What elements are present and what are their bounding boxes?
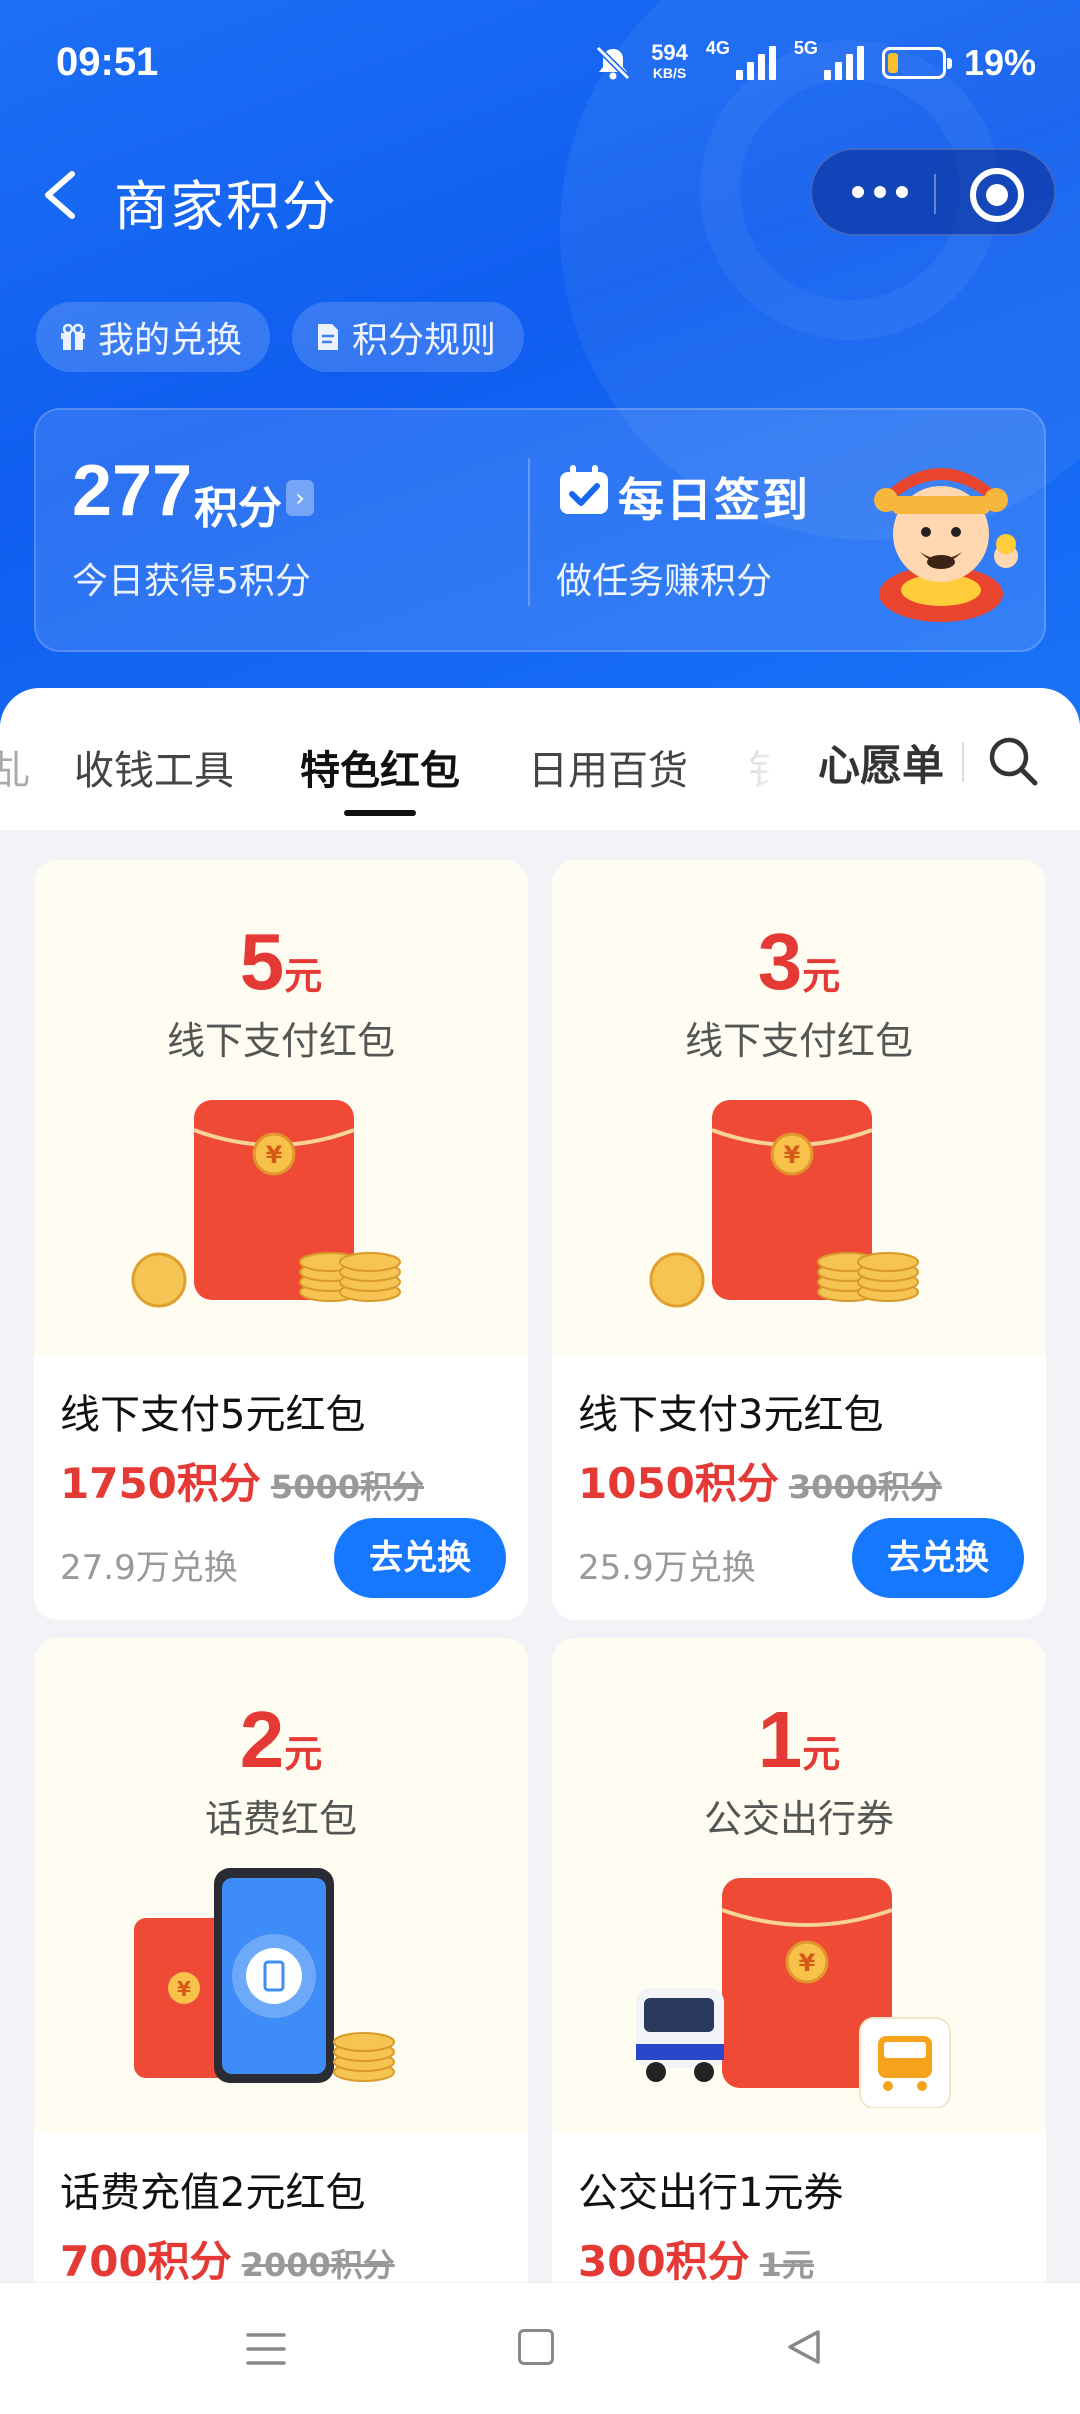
status-bar: 09:51 594 KB/S 4G 5G 19% bbox=[0, 0, 1080, 120]
close-target-icon[interactable] bbox=[970, 168, 1024, 222]
red-packet-coins-image: ¥ bbox=[649, 1100, 919, 1308]
status-time: 09:51 bbox=[56, 40, 159, 84]
product-card[interactable]: 5元 线下支付红包 ¥ 线下支付5元红包 1750积分 5000积分 27.9万… bbox=[34, 860, 528, 1620]
my-exchange-chip[interactable]: 我的兑换 bbox=[36, 302, 271, 372]
content-panel: 乩 收钱工具 特色红包 日用百货 钅 心愿单 5元 线下支付红包 ¥ bbox=[0, 688, 1080, 2398]
points-summary-card: 277 积分 › 今日获得5积分 每日签到 做任务赚积分 bbox=[34, 408, 1046, 652]
miniapp-capsule bbox=[810, 148, 1056, 236]
quick-links: 我的兑换 积分规则 bbox=[36, 302, 525, 372]
tab-special-redpacket[interactable]: 特色红包 bbox=[300, 738, 460, 796]
svg-text:¥: ¥ bbox=[177, 1977, 191, 2001]
product-price: 700积分 2000积分 bbox=[60, 2228, 395, 2289]
wishlist-tab[interactable]: 心愿单 bbox=[818, 732, 944, 793]
original-price: 1元 bbox=[759, 2246, 814, 2284]
points-unit[interactable]: 积分 bbox=[194, 472, 282, 536]
product-name: 线下支付3元红包 bbox=[578, 1392, 884, 1438]
daily-signin-title[interactable]: 每日签到 bbox=[618, 464, 810, 530]
exchange-button[interactable]: 去兑换 bbox=[852, 1518, 1024, 1598]
amount-value: 5 bbox=[239, 917, 285, 1006]
tabs-fade-overlay bbox=[730, 728, 790, 798]
calendar-check-icon[interactable] bbox=[556, 462, 612, 518]
chevron-right-icon[interactable]: › bbox=[286, 480, 314, 516]
points-balance[interactable]: 277 bbox=[72, 450, 192, 532]
product-subtitle: 线下支付红包 bbox=[166, 1019, 395, 1063]
price-points: 1750积分 bbox=[60, 1459, 261, 1508]
amount-value: 2 bbox=[239, 1695, 285, 1784]
product-amount: 1元 bbox=[552, 1694, 1046, 1786]
gift-icon bbox=[61, 323, 85, 350]
price-points: 300积分 bbox=[578, 2237, 750, 2286]
product-card[interactable]: 3元 线下支付红包 ¥ 线下支付3元红包 1050积分 3000积分 25.9万… bbox=[552, 860, 1046, 1620]
product-price: 300积分 1元 bbox=[578, 2228, 814, 2289]
product-amount: 2元 bbox=[34, 1694, 528, 1786]
bus-coupon-image: ¥ bbox=[636, 1878, 951, 2108]
signal-icon bbox=[823, 46, 864, 80]
points-rules-label: 积分规则 bbox=[352, 320, 497, 361]
product-name: 话费充值2元红包 bbox=[60, 2170, 366, 2216]
menu-icon[interactable] bbox=[246, 2331, 286, 2367]
exchange-count: 25.9万兑换 bbox=[578, 1548, 756, 1588]
network-speed: 594 KB/S bbox=[651, 40, 688, 83]
network-type-1: 4G bbox=[705, 38, 730, 58]
original-price: 2000积分 bbox=[241, 2246, 395, 2284]
network-speed-unit: KB/S bbox=[652, 65, 687, 81]
svg-text:¥: ¥ bbox=[799, 1949, 816, 1977]
daily-signin-subtitle: 做任务赚积分 bbox=[556, 561, 773, 602]
product-price: 1050积分 3000积分 bbox=[578, 1450, 942, 1511]
amount-value: 3 bbox=[757, 917, 803, 1006]
product-name: 线下支付5元红包 bbox=[60, 1392, 366, 1438]
document-icon bbox=[318, 324, 339, 350]
my-exchange-label: 我的兑换 bbox=[98, 320, 243, 361]
category-tabs: 乩 收钱工具 特色红包 日用百货 钅 心愿单 bbox=[0, 688, 1080, 830]
product-subtitle: 线下支付红包 bbox=[684, 1019, 913, 1063]
product-amount: 3元 bbox=[552, 916, 1046, 1008]
battery-percent: 19% bbox=[963, 42, 1036, 83]
back-arrow-icon[interactable] bbox=[32, 162, 92, 228]
product-name: 公交出行1元券 bbox=[578, 2170, 844, 2216]
tab-cashier-tools[interactable]: 收钱工具 bbox=[74, 738, 234, 796]
tab-daily-goods[interactable]: 日用百货 bbox=[528, 738, 688, 796]
header-banner: 09:51 594 KB/S 4G 5G 19% 商家积分 我的兑换 积分规则 … bbox=[0, 0, 1080, 740]
original-price: 3000积分 bbox=[788, 1468, 942, 1506]
more-dots-icon[interactable] bbox=[852, 186, 908, 198]
product-subtitle: 话费红包 bbox=[204, 1797, 357, 1841]
network-speed-value: 594 bbox=[651, 40, 688, 65]
product-amount: 5元 bbox=[34, 916, 528, 1008]
amount-unit: 元 bbox=[284, 954, 323, 998]
svg-text:¥: ¥ bbox=[784, 1141, 801, 1169]
back-triangle-icon[interactable] bbox=[784, 2327, 824, 2367]
points-rules-chip[interactable]: 积分规则 bbox=[292, 302, 525, 372]
page-title: 商家积分 bbox=[114, 175, 338, 238]
exchange-count: 27.9万兑换 bbox=[60, 1548, 238, 1588]
home-square-icon[interactable] bbox=[518, 2329, 554, 2365]
network-type-2: 5G bbox=[793, 38, 818, 58]
search-icon[interactable] bbox=[984, 732, 1042, 790]
status-icons: 594 KB/S 4G 5G 19% bbox=[593, 38, 1036, 88]
amount-unit: 元 bbox=[802, 954, 841, 998]
price-points: 700积分 bbox=[60, 2237, 232, 2286]
red-packet-coins-image: ¥ bbox=[131, 1100, 401, 1308]
capsule-divider bbox=[934, 174, 936, 214]
amount-value: 1 bbox=[757, 1695, 803, 1784]
price-points: 1050积分 bbox=[578, 1459, 779, 1508]
points-today: 今日获得5积分 bbox=[72, 561, 311, 602]
phone-redpacket-image: ¥ bbox=[134, 1868, 395, 2083]
amount-unit: 元 bbox=[284, 1732, 323, 1776]
signal-icon bbox=[735, 46, 776, 80]
battery-icon bbox=[881, 47, 952, 79]
system-navigation-bar bbox=[0, 2282, 1080, 2414]
tabs-divider bbox=[962, 742, 964, 782]
product-price: 1750积分 5000积分 bbox=[60, 1450, 424, 1511]
svg-text:¥: ¥ bbox=[266, 1141, 283, 1169]
mute-bell-icon bbox=[596, 45, 631, 81]
exchange-button[interactable]: 去兑换 bbox=[334, 1518, 506, 1598]
amount-unit: 元 bbox=[802, 1732, 841, 1776]
active-tab-indicator bbox=[344, 810, 416, 816]
card-divider bbox=[528, 458, 530, 606]
product-subtitle: 公交出行券 bbox=[703, 1797, 894, 1841]
god-of-wealth-mascot[interactable] bbox=[856, 444, 1026, 624]
nav-bar: 商家积分 bbox=[0, 140, 1080, 250]
original-price: 5000积分 bbox=[270, 1468, 424, 1506]
tab-partial-left[interactable]: 乩 bbox=[0, 738, 30, 796]
